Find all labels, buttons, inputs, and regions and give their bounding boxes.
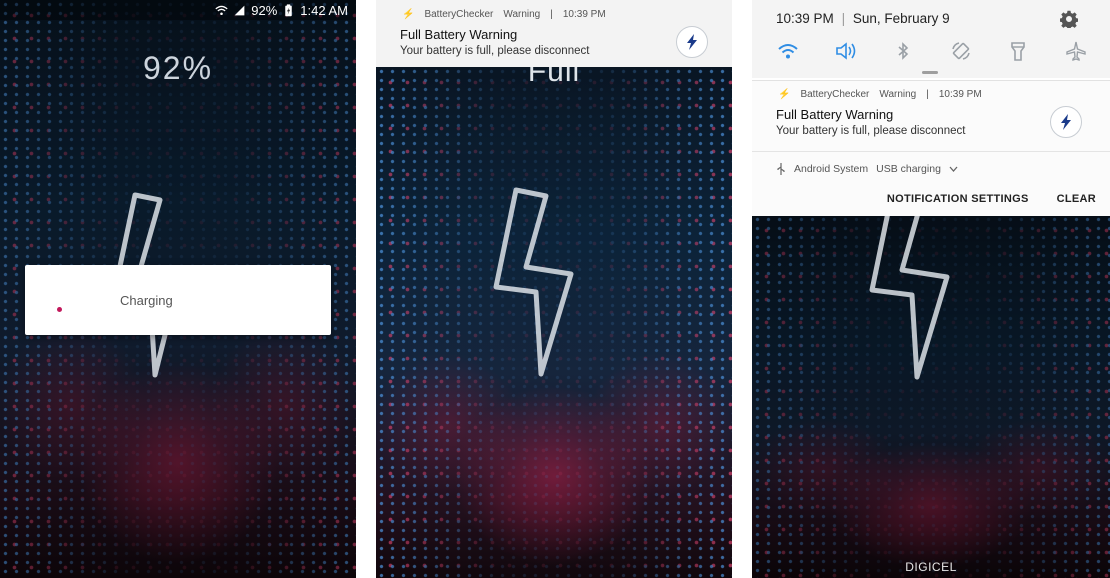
notification-title: Full Battery Warning — [400, 27, 518, 42]
lock-screen-panel: 92% 1:42 AM 92% Charging — [0, 0, 356, 578]
carrier-label: DIGICEL — [905, 560, 957, 574]
progress-spinner — [57, 307, 62, 312]
wifi-icon — [215, 5, 228, 15]
quick-settings: 10:39 PM | Sun, February 9 — [752, 0, 1110, 78]
usb-icon — [777, 163, 785, 175]
bolt-graphic — [869, 215, 950, 380]
battery-charging-icon — [285, 3, 293, 16]
shade-separator: | — [841, 11, 846, 26]
bolt-icon — [687, 34, 697, 50]
heads-up-notification[interactable]: ⚡ BatteryChecker Warning | 10:39 PM Full… — [376, 0, 732, 67]
gear-icon[interactable] — [1060, 10, 1078, 28]
notification-time: 10:39 PM — [938, 89, 982, 100]
usb-notification[interactable]: Android System USB charging — [776, 163, 958, 175]
notification-separator: | — [926, 89, 929, 100]
dialog-message: Charging — [120, 293, 173, 308]
notification-actions: NOTIFICATION SETTINGS CLEAR — [887, 193, 1110, 205]
battery-level-display: 92% — [142, 50, 214, 86]
notification-category: Warning — [503, 9, 541, 20]
bluetooth-icon[interactable] — [892, 40, 914, 62]
airplane-mode-icon[interactable] — [1065, 40, 1087, 62]
bolt-icon — [1061, 114, 1071, 130]
heads-up-panel: Full ⚡ BatteryChecker Warning | 10:39 PM… — [376, 0, 732, 578]
wallpaper — [376, 67, 732, 578]
notification-header: ⚡ BatteryChecker Warning | 10:39 PM — [778, 89, 982, 100]
status-bar: 92% 1:42 AM — [0, 0, 356, 20]
battery-percent: 92% — [251, 2, 278, 18]
auto-rotate-icon[interactable] — [950, 40, 972, 62]
status-time: 1:42 AM — [300, 2, 348, 18]
wifi-icon[interactable] — [777, 40, 799, 62]
notification-settings-button[interactable]: NOTIFICATION SETTINGS — [887, 193, 1029, 205]
volume-icon[interactable] — [835, 40, 857, 62]
wallpaper — [752, 215, 1110, 578]
signal-icon — [234, 5, 245, 15]
notification-body: Your battery is full, please disconnect — [400, 45, 590, 57]
notification-large-icon — [1050, 106, 1082, 138]
usb-text: USB charging — [876, 163, 941, 175]
notification-app-name: BatteryChecker — [800, 89, 870, 100]
app-bolt-icon: ⚡ — [402, 9, 415, 20]
app-bolt-icon: ⚡ — [778, 89, 791, 100]
notification-time: 10:39 PM — [562, 9, 606, 20]
shade-datetime: 10:39 PM | Sun, February 9 — [776, 11, 950, 26]
notification-large-icon — [676, 26, 708, 58]
charging-dialog: Charging — [25, 265, 331, 335]
bolt-graphic — [493, 187, 574, 377]
shade-date: Sun, February 9 — [852, 11, 950, 26]
notification-card[interactable]: ⚡ BatteryChecker Warning | 10:39 PM Full… — [752, 80, 1110, 216]
clear-button[interactable]: CLEAR — [1057, 193, 1096, 205]
chevron-down-icon[interactable] — [949, 166, 958, 172]
notification-category: Warning — [879, 89, 917, 100]
notification-body: Your battery is full, please disconnect — [776, 125, 966, 137]
notification-title: Full Battery Warning — [776, 107, 894, 122]
drag-handle[interactable] — [922, 71, 938, 74]
notification-separator: | — [550, 9, 553, 20]
notification-shade-panel: 10:39 PM | Sun, February 9 ⚡ BatteryChec… — [752, 0, 1110, 578]
notification-header: ⚡ BatteryChecker Warning | 10:39 PM — [402, 9, 606, 20]
shade-time: 10:39 PM — [776, 11, 834, 26]
flashlight-icon[interactable] — [1007, 40, 1029, 62]
notification-app-name: BatteryChecker — [424, 9, 494, 20]
usb-app-name: Android System — [794, 163, 869, 175]
divider — [752, 151, 1110, 152]
